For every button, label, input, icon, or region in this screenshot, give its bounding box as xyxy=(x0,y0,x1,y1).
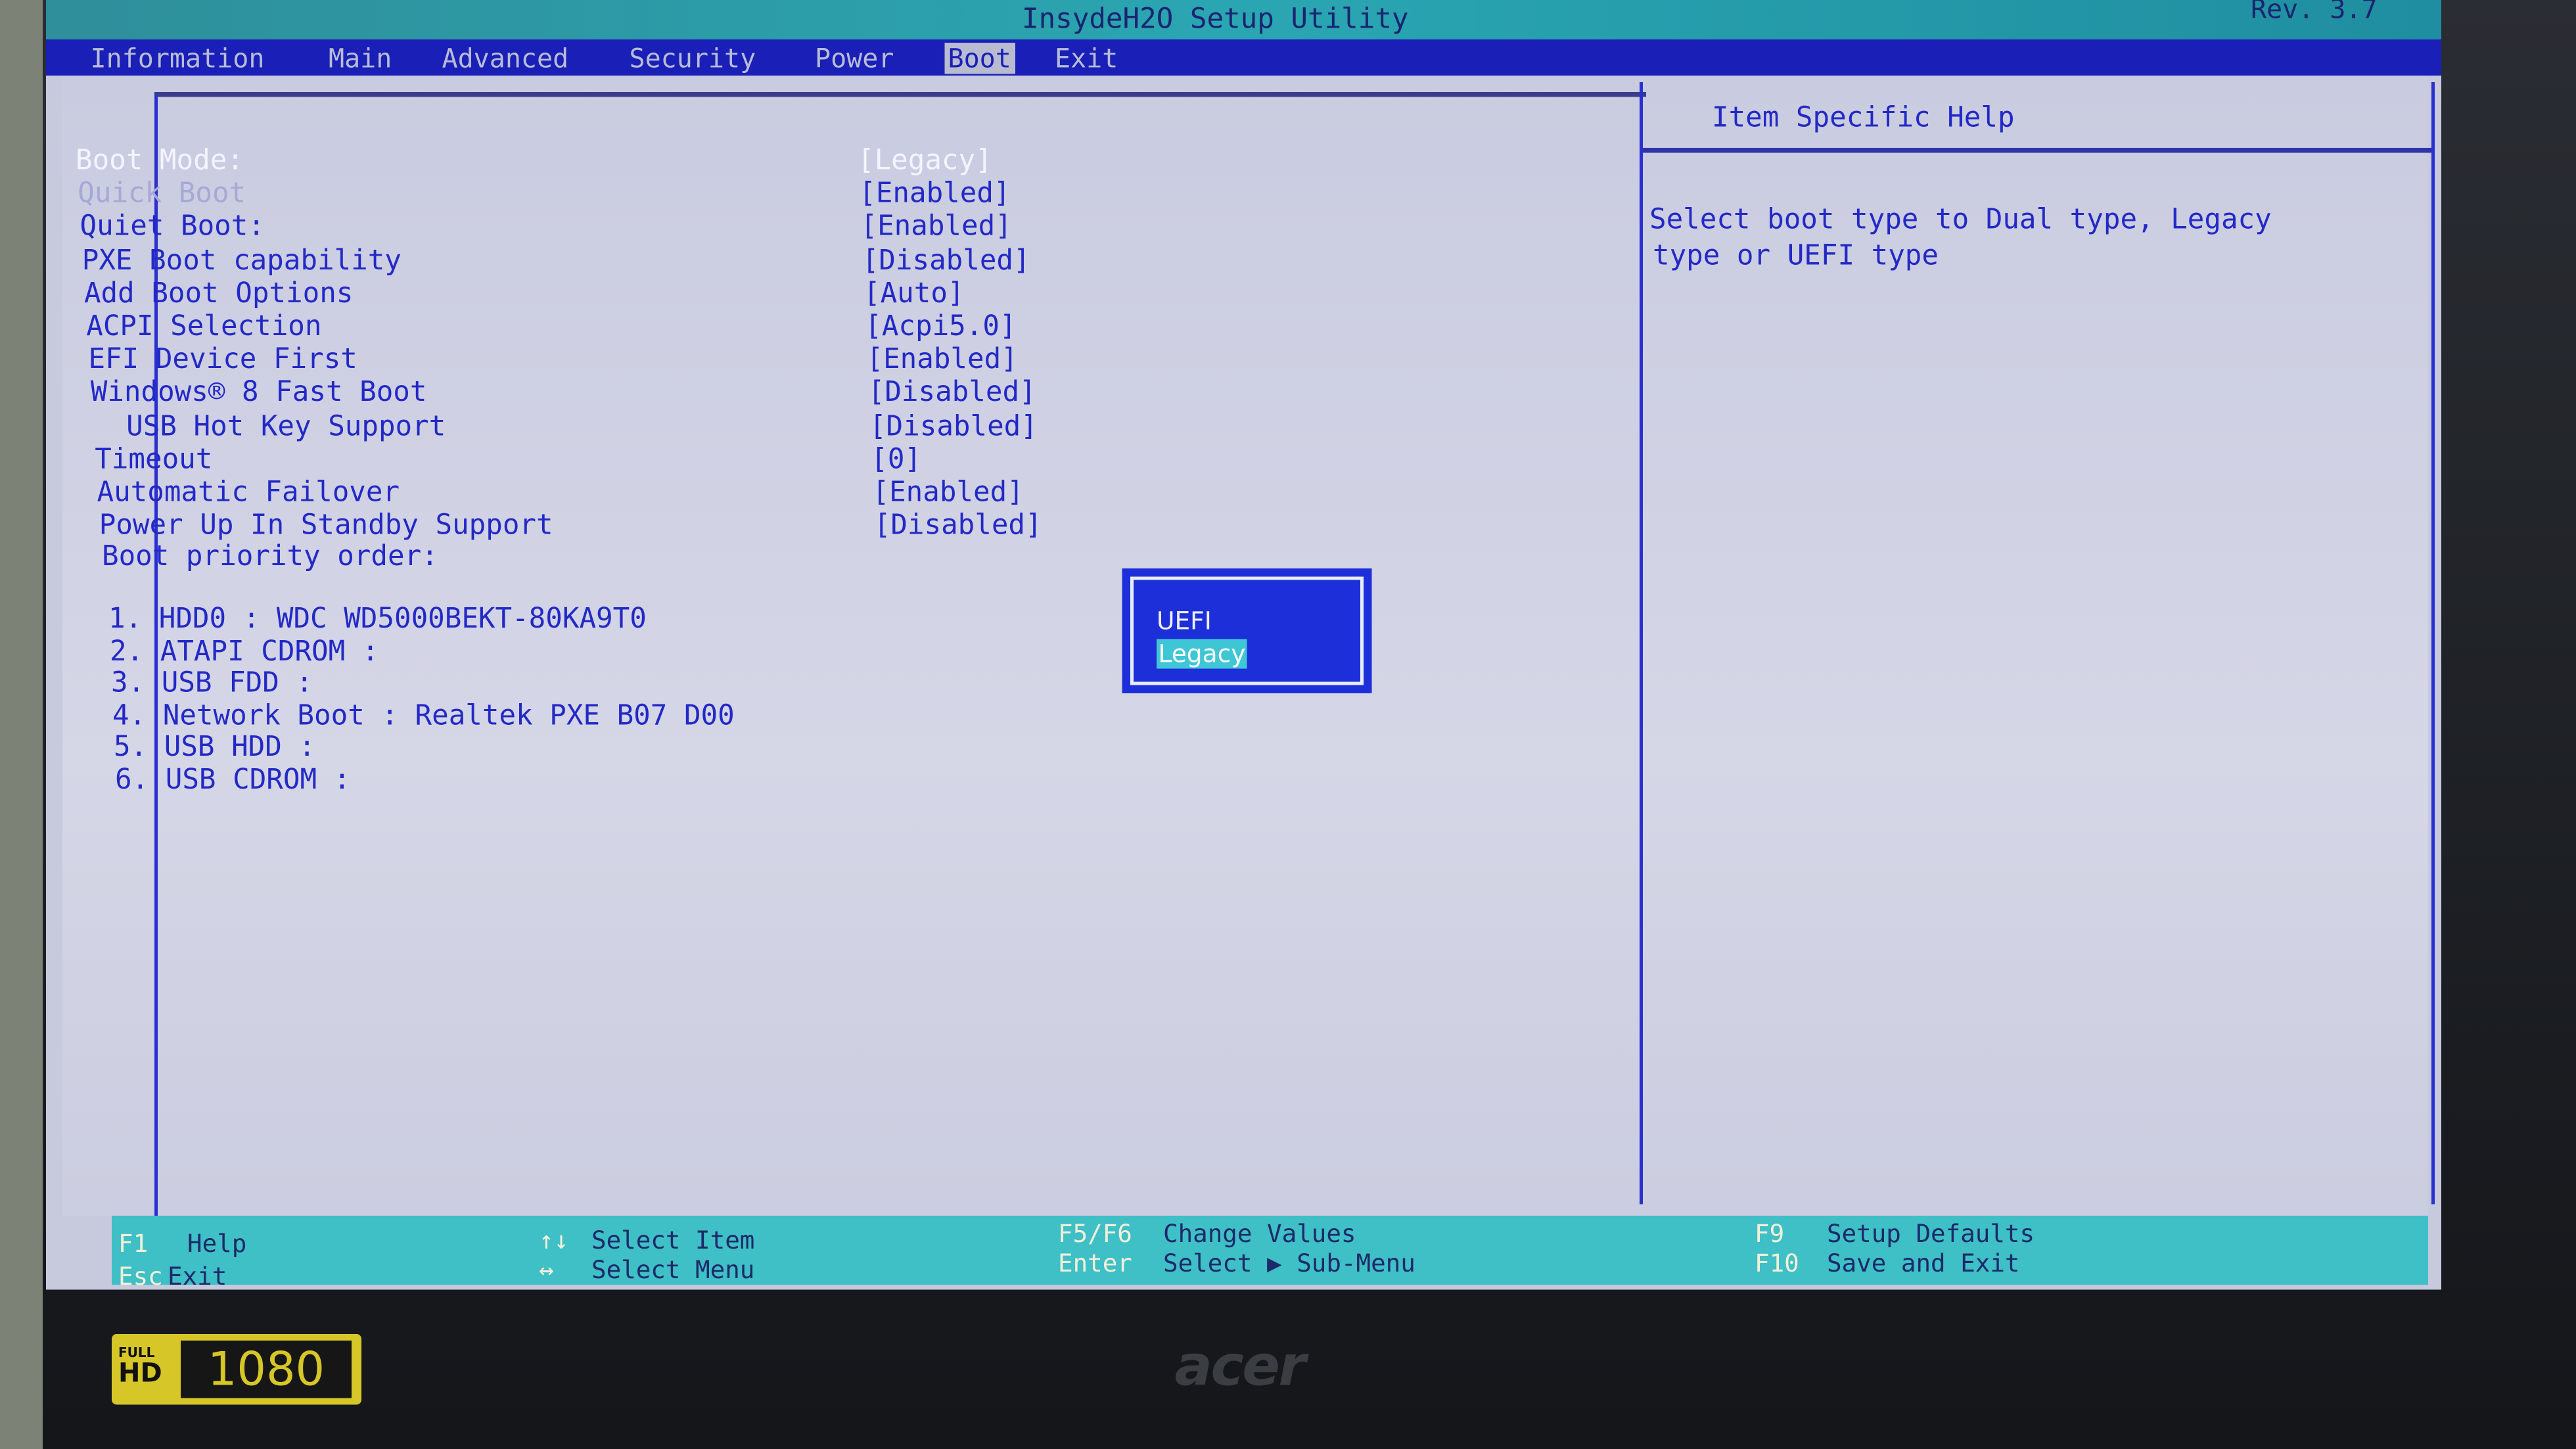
setting-label[interactable]: Boot Mode: xyxy=(76,145,244,177)
boot-priority-item[interactable]: 5. USB HDD : xyxy=(114,731,315,764)
boot-priority-item[interactable]: 6. USB CDROM : xyxy=(115,764,350,797)
footer-key: F9 xyxy=(1755,1219,1785,1249)
footer-key: Enter xyxy=(1058,1249,1132,1278)
footer-desc: Exit xyxy=(168,1262,227,1290)
tab-information[interactable]: Information xyxy=(91,43,265,74)
footer-key: ↑↓ xyxy=(539,1226,569,1255)
setting-label[interactable]: ACPI Selection xyxy=(86,311,321,344)
setting-label[interactable]: Power Up In Standby Support xyxy=(99,509,553,542)
option-uefi[interactable]: UEFI xyxy=(1157,607,1212,636)
badge-1080: 1080 xyxy=(181,1341,352,1398)
tab-security[interactable]: Security xyxy=(630,43,756,74)
tab-exit[interactable]: Exit xyxy=(1055,43,1118,74)
setting-label[interactable]: USB Hot Key Support xyxy=(93,410,446,443)
boot-priority-item[interactable]: 3. USB FDD : xyxy=(111,667,313,700)
setting-value[interactable]: [Disabled] xyxy=(874,509,1042,542)
help-header-divider xyxy=(1643,148,2431,153)
title-bar: InsydeH2O Setup Utility Rev. 3.7 xyxy=(46,0,2441,39)
setting-value[interactable]: [Enabled] xyxy=(873,476,1024,509)
footer-key: F1 xyxy=(118,1229,149,1258)
setting-value[interactable]: [Disabled] xyxy=(862,244,1030,277)
setting-label[interactable]: EFI Device First xyxy=(88,344,357,377)
boot-mode-popup: UEFI Legacy xyxy=(1122,568,1372,693)
setting-label[interactable]: Timeout xyxy=(95,443,212,476)
setting-label[interactable]: Automatic Failover xyxy=(97,476,400,509)
setting-value[interactable]: [Auto] xyxy=(863,277,965,310)
background-edge xyxy=(0,0,43,1449)
setting-value[interactable]: [Legacy] xyxy=(858,145,992,177)
app-title: InsydeH2O Setup Utility xyxy=(1022,3,1409,36)
full-hd-badge: FULL HD 1080 xyxy=(112,1334,361,1405)
tab-advanced[interactable]: Advanced xyxy=(442,43,569,74)
setting-value[interactable]: [Disabled] xyxy=(869,410,1038,443)
footer-desc: Help xyxy=(187,1229,247,1258)
footer-key: F10 xyxy=(1755,1249,1799,1278)
setting-value[interactable]: [Enabled] xyxy=(860,211,1011,244)
photo-of-bios-screen: InsydeH2O Setup Utility Rev. 3.7 Informa… xyxy=(0,0,2576,1449)
tab-boot[interactable]: Boot xyxy=(944,43,1015,74)
footer-desc: Select ▶ Sub-Menu xyxy=(1163,1249,1415,1278)
revision-label: Rev. 3.7 xyxy=(2251,0,2378,25)
setting-label[interactable]: Quiet Boot: xyxy=(80,211,264,244)
menu-bar: Information Main Advanced Security Power… xyxy=(46,39,2441,76)
footer-desc: Save and Exit xyxy=(1827,1249,2020,1278)
tab-power[interactable]: Power xyxy=(815,43,894,74)
help-title: Item Specific Help xyxy=(1712,102,2015,135)
setting-value[interactable]: [0] xyxy=(871,443,921,476)
option-legacy[interactable]: Legacy xyxy=(1157,639,1247,669)
setting-value[interactable]: [Acpi5.0] xyxy=(865,311,1016,344)
footer-desc: Select Item xyxy=(591,1226,755,1255)
setting-label[interactable]: Windows® 8 Fast Boot xyxy=(91,377,427,409)
boot-priority-item[interactable]: 1. HDD0 : WDC WD5000BEKT-80KA9T0 xyxy=(108,603,647,636)
badge-full-hd: FULL HD xyxy=(118,1345,162,1389)
footer-key: F5/F6 xyxy=(1058,1219,1132,1249)
help-text-line: type or UEFI type xyxy=(1653,240,1939,273)
setting-value[interactable]: [Enabled] xyxy=(866,344,1017,377)
footer-key: Esc xyxy=(118,1262,163,1290)
footer-desc: Setup Defaults xyxy=(1827,1219,2035,1249)
boot-priority-label: Boot priority order: xyxy=(102,540,438,574)
boot-priority-item[interactable]: 2. ATAPI CDROM : xyxy=(110,635,379,668)
help-panel: Item Specific Help Select boot type to D… xyxy=(1640,82,2435,1205)
setting-value[interactable]: [Enabled] xyxy=(859,177,1010,210)
setting-label[interactable]: Quick Boot xyxy=(78,177,246,210)
bios-screen: InsydeH2O Setup Utility Rev. 3.7 Informa… xyxy=(46,0,2441,1290)
tab-main[interactable]: Main xyxy=(329,43,392,74)
acer-logo: acer xyxy=(1174,1334,1306,1400)
help-text-line: Select boot type to Dual type, Legacy xyxy=(1649,204,2272,237)
footer-desc: Change Values xyxy=(1163,1219,1356,1249)
setting-label[interactable]: PXE Boot capability xyxy=(82,244,402,277)
key-help-footer: F1 Help Esc Exit ↑↓ Select Item ↔ Select Menu F5… xyxy=(112,1216,2428,1290)
boot-priority-item[interactable]: 4. Network Boot : Realtek PXE B07 D00 xyxy=(112,699,735,732)
setting-label[interactable]: Add Boot Options xyxy=(84,277,353,310)
footer-key: ↔ xyxy=(539,1255,554,1285)
footer-desc: Select Menu xyxy=(591,1255,755,1285)
setting-value[interactable]: [Disabled] xyxy=(868,377,1036,409)
